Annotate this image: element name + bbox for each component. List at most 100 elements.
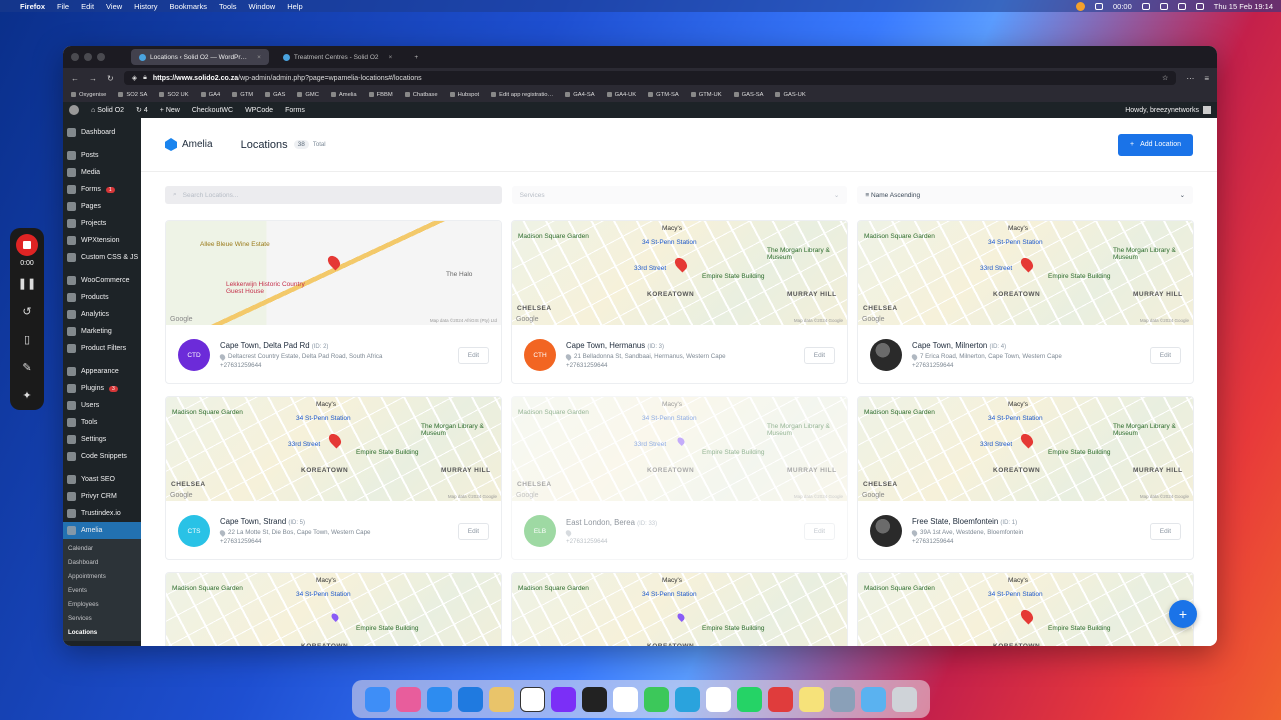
sidebar-item-dashboard[interactable]: Dashboard bbox=[63, 124, 141, 141]
bookmark-item[interactable]: GA4-SA bbox=[565, 92, 594, 98]
updates-link[interactable]: ↻ 4 bbox=[136, 106, 148, 114]
add-location-button[interactable]: + Add Location bbox=[1118, 133, 1193, 156]
bookmark-item[interactable]: Edit app registratio… bbox=[491, 92, 553, 98]
sidebar-item-wpxtension[interactable]: WPXtension bbox=[63, 232, 141, 249]
location-map[interactable]: Madison Square Garden Macy's 34 St-Penn … bbox=[512, 573, 847, 646]
services-select[interactable]: Services ⌄ bbox=[511, 186, 848, 204]
restart-icon[interactable]: ↺ bbox=[15, 299, 39, 323]
bookmark-item[interactable]: SO2 SA bbox=[118, 92, 147, 98]
location-card[interactable]: Madison Square Garden Macy's 34 St-Penn … bbox=[857, 572, 1194, 646]
forward-icon[interactable]: → bbox=[89, 74, 97, 83]
menu-history[interactable]: History bbox=[134, 2, 157, 11]
sidebar-item-tools[interactable]: Tools bbox=[63, 414, 141, 431]
location-card[interactable]: Madison Square Garden Macy's 34 St-Penn … bbox=[511, 572, 848, 646]
bookmark-item[interactable]: GAS-UK bbox=[775, 92, 805, 98]
submenu-appointments[interactable]: Appointments bbox=[63, 569, 141, 583]
trash-icon[interactable]: ▯ bbox=[15, 327, 39, 351]
bookmark-item[interactable]: GTM bbox=[232, 92, 253, 98]
wordpress-logo-icon[interactable] bbox=[69, 105, 79, 115]
menu-window[interactable]: Window bbox=[249, 2, 276, 11]
menubar-datetime[interactable]: Thu 15 Feb 19:14 bbox=[1214, 2, 1273, 11]
new-tab-button[interactable]: + bbox=[406, 49, 426, 65]
sidebar-item-marketing[interactable]: Marketing bbox=[63, 323, 141, 340]
location-map[interactable]: Madison Square Garden Macy's 34 St-Penn … bbox=[166, 397, 501, 501]
location-map[interactable]: Madison Square Garden Macy's 34 St-Penn … bbox=[858, 221, 1193, 325]
sidebar-item-users[interactable]: Users bbox=[63, 397, 141, 414]
forms-link[interactable]: Forms bbox=[285, 107, 305, 114]
sort-select[interactable]: ≡ Name Ascending ⌄ bbox=[857, 186, 1194, 204]
bookmark-item[interactable]: GAS-SA bbox=[734, 92, 764, 98]
bookmark-item[interactable]: GTM-UK bbox=[691, 92, 722, 98]
extensions-icon[interactable]: ⋯ bbox=[1186, 74, 1194, 83]
stop-recording-button[interactable] bbox=[16, 234, 38, 256]
reload-icon[interactable]: ↻ bbox=[107, 74, 114, 83]
account-menu[interactable]: Howdy, breezynetworks bbox=[1125, 106, 1211, 114]
location-card[interactable]: Madison Square Garden Macy's 34 St-Penn … bbox=[857, 396, 1194, 560]
menu-file[interactable]: File bbox=[57, 2, 69, 11]
bookmark-item[interactable]: SO2 UK bbox=[159, 92, 188, 98]
sidebar-item-pages[interactable]: Pages bbox=[63, 198, 141, 215]
checkoutwc-link[interactable]: CheckoutWC bbox=[192, 107, 233, 114]
minimize-window-button[interactable] bbox=[84, 53, 92, 61]
whatsapp-icon[interactable] bbox=[737, 686, 762, 712]
menu-edit[interactable]: Edit bbox=[81, 2, 94, 11]
sidebar-item-plugins[interactable]: Plugins 3 bbox=[63, 380, 141, 397]
sidebar-item-settings[interactable]: Settings bbox=[63, 431, 141, 448]
floating-add-button[interactable]: + bbox=[1169, 600, 1197, 628]
location-map[interactable]: Madison Square Garden Macy's 34 St-Penn … bbox=[512, 397, 847, 501]
menu-bookmarks[interactable]: Bookmarks bbox=[170, 2, 208, 11]
submenu-employees[interactable]: Employees bbox=[63, 597, 141, 611]
location-map[interactable]: Madison Square Garden Macy's 34 St-Penn … bbox=[858, 397, 1193, 501]
safari-icon[interactable] bbox=[427, 686, 452, 712]
edit-button[interactable]: Edit bbox=[1149, 346, 1181, 364]
lock-icon[interactable]: 🔒︎ bbox=[143, 74, 147, 82]
sidebar-item-woocommerce[interactable]: WooCommerce bbox=[63, 272, 141, 289]
finder-icon[interactable] bbox=[365, 686, 390, 712]
bookmark-item[interactable]: GAS bbox=[265, 92, 285, 98]
search-icon[interactable] bbox=[1195, 2, 1204, 10]
location-map[interactable]: Madison Square Garden Macy's 34 St-Penn … bbox=[512, 221, 847, 325]
location-card[interactable]: Allee Bleue Wine Estate Lekkerwijn Histo… bbox=[165, 220, 502, 384]
bookmark-item[interactable]: Amelia bbox=[331, 92, 357, 98]
preview-icon[interactable] bbox=[830, 686, 855, 712]
edit-button[interactable]: Edit bbox=[457, 346, 489, 364]
edit-button[interactable]: Edit bbox=[803, 346, 835, 364]
bookmark-item[interactable]: GMC bbox=[297, 92, 319, 98]
bookmark-star-icon[interactable]: ☆ bbox=[1162, 74, 1168, 82]
pause-icon[interactable]: ❚❚ bbox=[15, 271, 39, 295]
sidebar-item-trustindex[interactable]: Trustindex.io bbox=[63, 505, 141, 522]
submenu-dashboard[interactable]: Dashboard bbox=[63, 555, 141, 569]
sidebar-item-media[interactable]: Media bbox=[63, 164, 141, 181]
notion-icon[interactable] bbox=[520, 686, 545, 712]
launchpad-icon[interactable] bbox=[396, 686, 421, 712]
search-input[interactable]: ⌕ Search Locations... bbox=[165, 186, 502, 204]
sidebar-item-yoast-seo[interactable]: Yoast SEO bbox=[63, 471, 141, 488]
edit-button[interactable]: Edit bbox=[1149, 522, 1181, 540]
effects-icon[interactable]: ✦ bbox=[15, 383, 39, 407]
menu-icon[interactable]: ≡ bbox=[1204, 74, 1209, 83]
submenu-calendar[interactable]: Calendar bbox=[63, 541, 141, 555]
firefox-icon[interactable] bbox=[551, 686, 576, 712]
close-tab-icon[interactable]: × bbox=[257, 54, 261, 61]
location-card[interactable]: Madison Square Garden Macy's 34 St-Penn … bbox=[165, 572, 502, 646]
sidebar-item-product-filters[interactable]: Product Filters bbox=[63, 340, 141, 357]
close-tab-icon[interactable]: × bbox=[389, 54, 393, 61]
bookmark-item[interactable]: GA4 bbox=[201, 92, 221, 98]
new-content-link[interactable]: + New bbox=[160, 107, 180, 114]
submenu-events[interactable]: Events bbox=[63, 583, 141, 597]
dropbox-icon[interactable] bbox=[1095, 2, 1103, 10]
bookmark-item[interactable]: GA4-UK bbox=[607, 92, 637, 98]
bookmark-item[interactable]: Chatbase bbox=[405, 92, 438, 98]
microphone-icon[interactable] bbox=[1076, 1, 1085, 11]
sidebar-item-analytics[interactable]: Analytics bbox=[63, 306, 141, 323]
bookmark-item[interactable]: Hubspot bbox=[450, 92, 480, 98]
location-map[interactable]: Madison Square Garden Macy's 34 St-Penn … bbox=[166, 573, 501, 646]
location-card[interactable]: Madison Square Garden Macy's 34 St-Penn … bbox=[511, 220, 848, 384]
sidebar-item-code-snippets[interactable]: Code Snippets bbox=[63, 448, 141, 465]
site-name-link[interactable]: ⌂ Solid O2 bbox=[91, 107, 124, 114]
address-bar[interactable]: ◈ 🔒︎ https://www.solido2.co.za/wp-admin/… bbox=[123, 71, 1177, 85]
pen-icon[interactable]: ✎ bbox=[15, 355, 39, 379]
todoist-icon[interactable] bbox=[768, 686, 793, 712]
downloads-folder-icon[interactable] bbox=[861, 686, 886, 712]
close-window-button[interactable] bbox=[71, 53, 79, 61]
